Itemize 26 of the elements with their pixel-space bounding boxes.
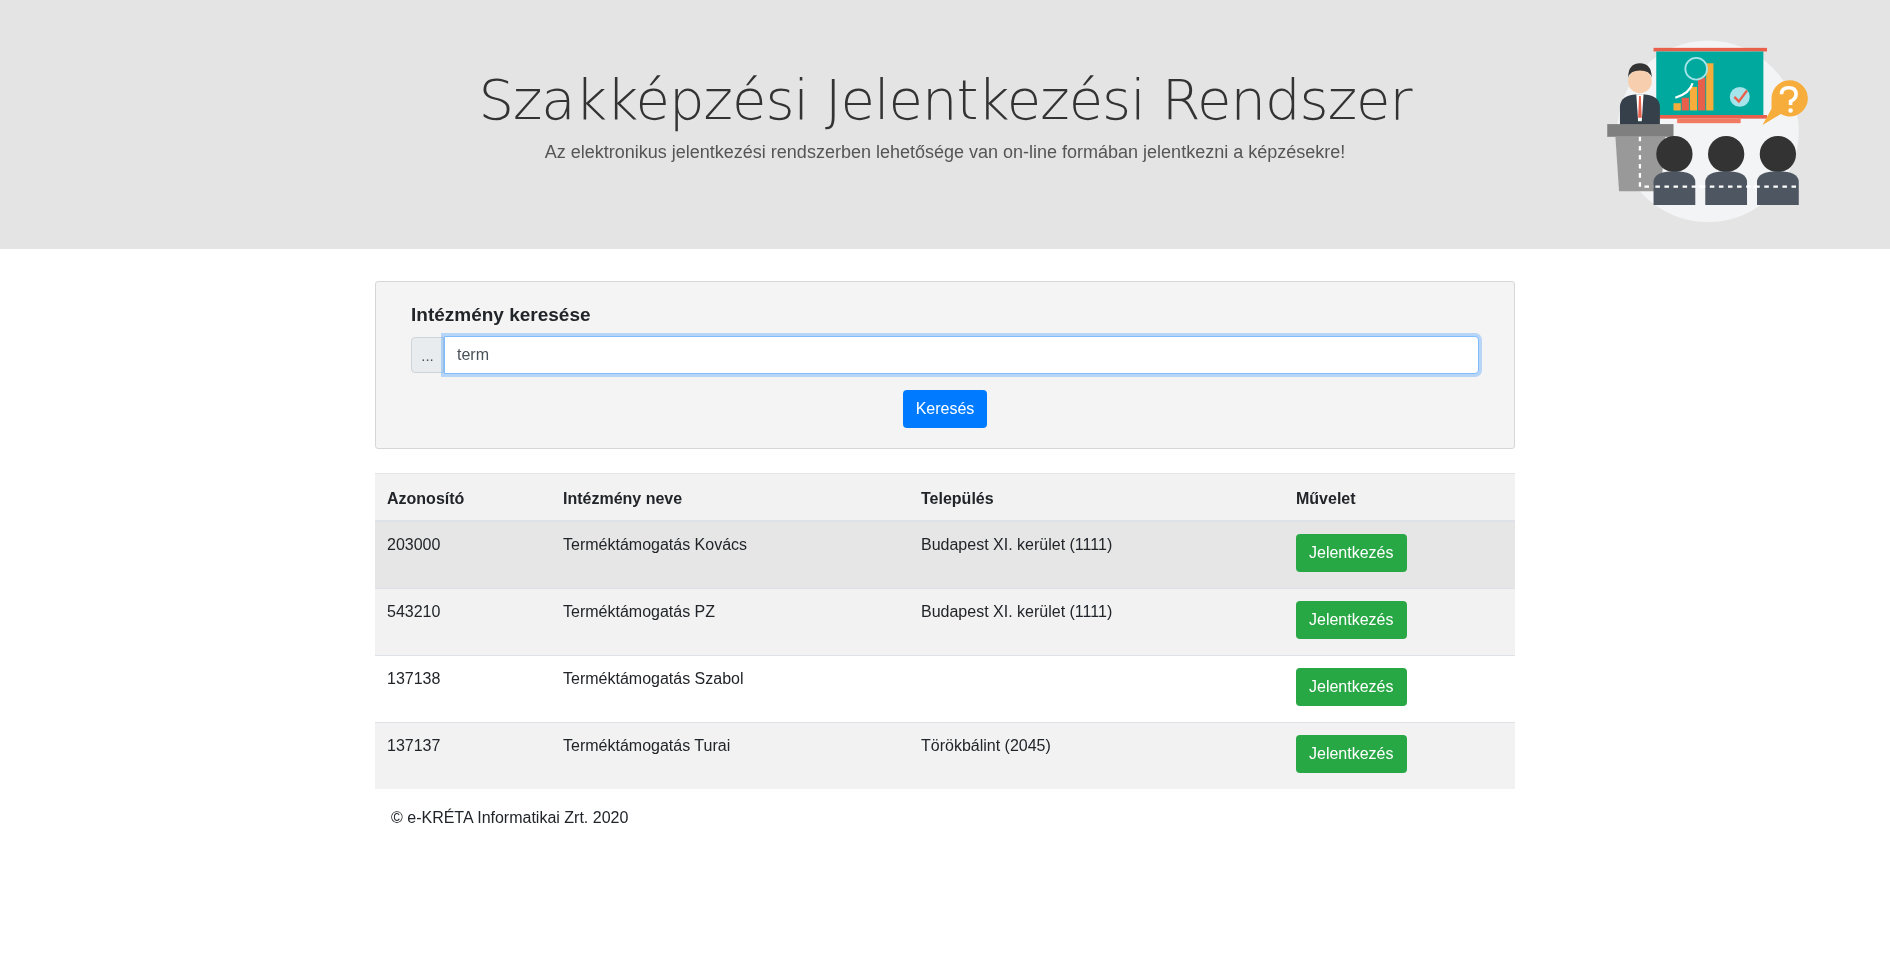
table-row[interactable]: 543210 Terméktámogatás PZ Budapest XI. kerület (1111) Jelentkezés xyxy=(375,588,1515,656)
table-cell: Budapest XI. kerület (1111) xyxy=(921,603,1113,620)
column-header: Művelet xyxy=(1284,473,1515,521)
table-row[interactable]: 137137 Terméktámogatás Turai Törökbálint (2045) Jelentkezés xyxy=(375,722,1515,789)
table-cell: Terméktámogatás Szabol xyxy=(563,670,744,687)
table-cell: Terméktámogatás Kovács xyxy=(563,536,748,553)
table-cell: 137138 xyxy=(387,670,441,687)
column-header: Település xyxy=(909,473,1284,521)
table-cell: 543210 xyxy=(387,603,441,620)
column-header: Intézmény neve xyxy=(551,473,909,521)
table-cell: Terméktámogatás Turai xyxy=(563,737,731,754)
search-button[interactable]: Keresés xyxy=(902,390,988,428)
table-row[interactable]: 203000 Terméktámogatás Kovács Budapest XI. kerület (1111) Jelentkezés xyxy=(375,521,1515,589)
table-row[interactable]: 137138 Terméktámogatás Szabol Jelentkezés xyxy=(375,655,1515,723)
column-header: Azonosító xyxy=(375,473,551,521)
table-cell: 137137 xyxy=(387,737,441,754)
page-title: Szakképzési Jelentkezési Rendszer xyxy=(478,66,1412,132)
search-title: Intézmény keresése xyxy=(411,304,592,326)
table-cell: 203000 xyxy=(387,536,441,553)
copyright-text: © e-KRÉTA Informatikai Zrt. 2020 xyxy=(391,809,630,827)
input-addon: ... xyxy=(411,337,444,373)
table-cell: Törökbálint (2045) xyxy=(921,737,1051,754)
page-subtitle: Az elektronikus jelentkezési rendszerben lehetősége van on-line formában jelentkezni a képzésekre! xyxy=(543,141,1347,163)
table-cell: Terméktámogatás PZ xyxy=(563,603,716,620)
search-field[interactable]: term xyxy=(444,336,1479,374)
table-cell: Budapest XI. kerület (1111) xyxy=(921,536,1113,553)
